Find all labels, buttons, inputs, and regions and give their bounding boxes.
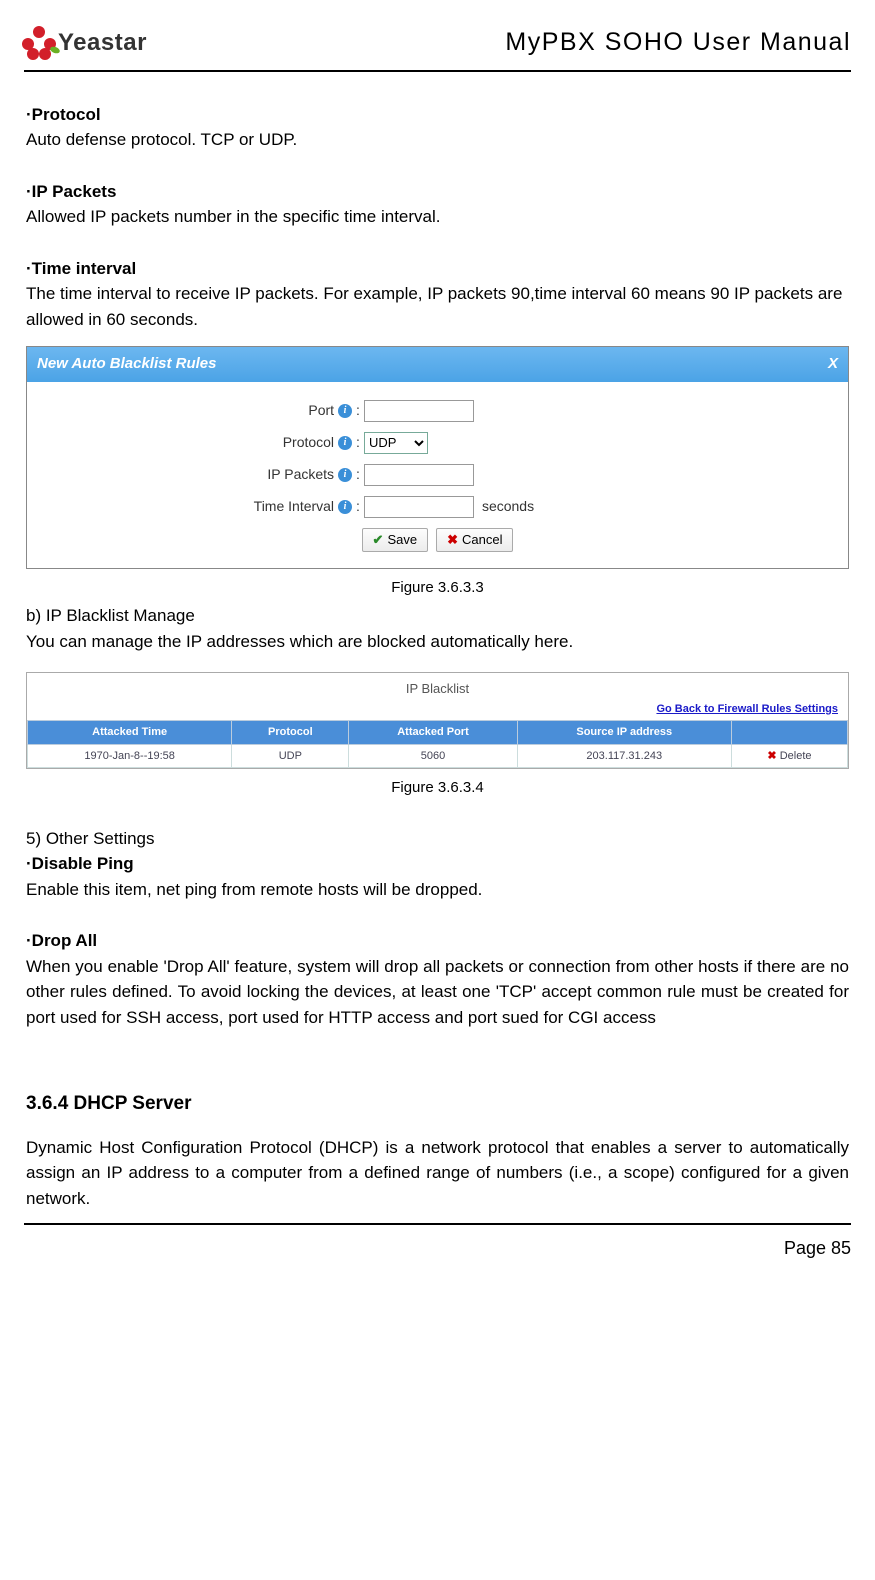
save-button-label: Save [387, 532, 417, 547]
drop-all-text: When you enable 'Drop All' feature, syst… [26, 954, 849, 1031]
protocol-label: ·Protocol [26, 102, 849, 128]
table-row: 1970-Jan-8--19:58 UDP 5060 203.117.31.24… [28, 744, 848, 768]
page-header: Yeastar MyPBX SOHO User Manual [24, 24, 851, 72]
protocol-text: Auto defense protocol. TCP or UDP. [26, 127, 849, 153]
table-header-row: Attacked Time Protocol Attacked Port Sou… [28, 721, 848, 745]
info-icon[interactable]: i [338, 468, 352, 482]
logo: Yeastar [24, 25, 147, 61]
figure-caption-1: Figure 3.6.3.3 [26, 577, 849, 600]
cell-source: 203.117.31.243 [517, 744, 731, 768]
flower-icon [24, 28, 54, 58]
x-icon: ✖ [447, 532, 458, 548]
ip-blacklist-table: Attacked Time Protocol Attacked Port Sou… [27, 720, 848, 768]
section-5-heading: 5) Other Settings [26, 826, 849, 852]
drop-all-label: ·Drop All [26, 928, 849, 954]
cell-port: 5060 [349, 744, 517, 768]
info-icon[interactable]: i [338, 500, 352, 514]
time-interval-field-label: Time Interval [181, 496, 336, 517]
section-b-text: You can manage the IP addresses which ar… [26, 629, 849, 655]
check-icon: ✔ [373, 532, 384, 548]
ip-blacklist-title: IP Blacklist [27, 673, 848, 701]
delete-label: Delete [780, 750, 812, 762]
figure-caption-2: Figure 3.6.3.4 [26, 777, 849, 800]
disable-ping-label: ·Disable Ping [26, 851, 849, 877]
info-icon[interactable]: i [338, 404, 352, 418]
ip-packets-field-label: IP Packets [181, 464, 336, 485]
port-label: Port [181, 400, 336, 421]
cancel-button-label: Cancel [462, 532, 502, 547]
section-b-heading: b) IP Blacklist Manage [26, 603, 849, 629]
dhcp-text: Dynamic Host Configuration Protocol (DHC… [26, 1135, 849, 1212]
port-input[interactable] [364, 400, 474, 422]
col-attacked-time: Attacked Time [28, 721, 232, 745]
ip-packets-input[interactable] [364, 464, 474, 486]
document-title: MyPBX SOHO User Manual [505, 24, 851, 62]
logo-text: Yeastar [58, 25, 147, 61]
time-interval-input[interactable] [364, 496, 474, 518]
time-interval-text: The time interval to receive IP packets.… [26, 281, 849, 332]
col-actions [731, 721, 847, 745]
ip-blacklist-panel: IP Blacklist Go Back to Firewall Rules S… [26, 672, 849, 769]
col-source-ip: Source IP address [517, 721, 731, 745]
time-interval-label: ·Time interval [26, 256, 849, 282]
page-footer: Page 85 [24, 1223, 851, 1262]
protocol-field-label: Protocol [181, 432, 336, 453]
cell-time: 1970-Jan-8--19:58 [28, 744, 232, 768]
close-icon[interactable]: X [828, 353, 838, 376]
new-auto-blacklist-dialog: New Auto Blacklist Rules X Port i: Proto… [26, 346, 849, 569]
delete-button[interactable]: ✖ Delete [731, 744, 847, 768]
disable-ping-text: Enable this item, net ping from remote h… [26, 877, 849, 903]
info-icon[interactable]: i [338, 436, 352, 450]
ip-packets-label: ·IP Packets [26, 179, 849, 205]
dialog-header: New Auto Blacklist Rules X [27, 347, 848, 382]
cancel-button[interactable]: ✖ Cancel [436, 528, 513, 552]
dhcp-heading: 3.6.4 DHCP Server [26, 1090, 849, 1119]
protocol-select[interactable]: UDP [364, 432, 428, 454]
page-number: Page 85 [784, 1238, 851, 1258]
x-icon: ✖ [767, 750, 776, 762]
save-button[interactable]: ✔ Save [362, 528, 429, 552]
col-attacked-port: Attacked Port [349, 721, 517, 745]
ip-packets-text: Allowed IP packets number in the specifi… [26, 204, 849, 230]
go-back-link[interactable]: Go Back to Firewall Rules Settings [656, 703, 838, 715]
col-protocol: Protocol [232, 721, 349, 745]
dialog-title: New Auto Blacklist Rules [37, 353, 217, 376]
seconds-label: seconds [474, 496, 694, 517]
cell-protocol: UDP [232, 744, 349, 768]
